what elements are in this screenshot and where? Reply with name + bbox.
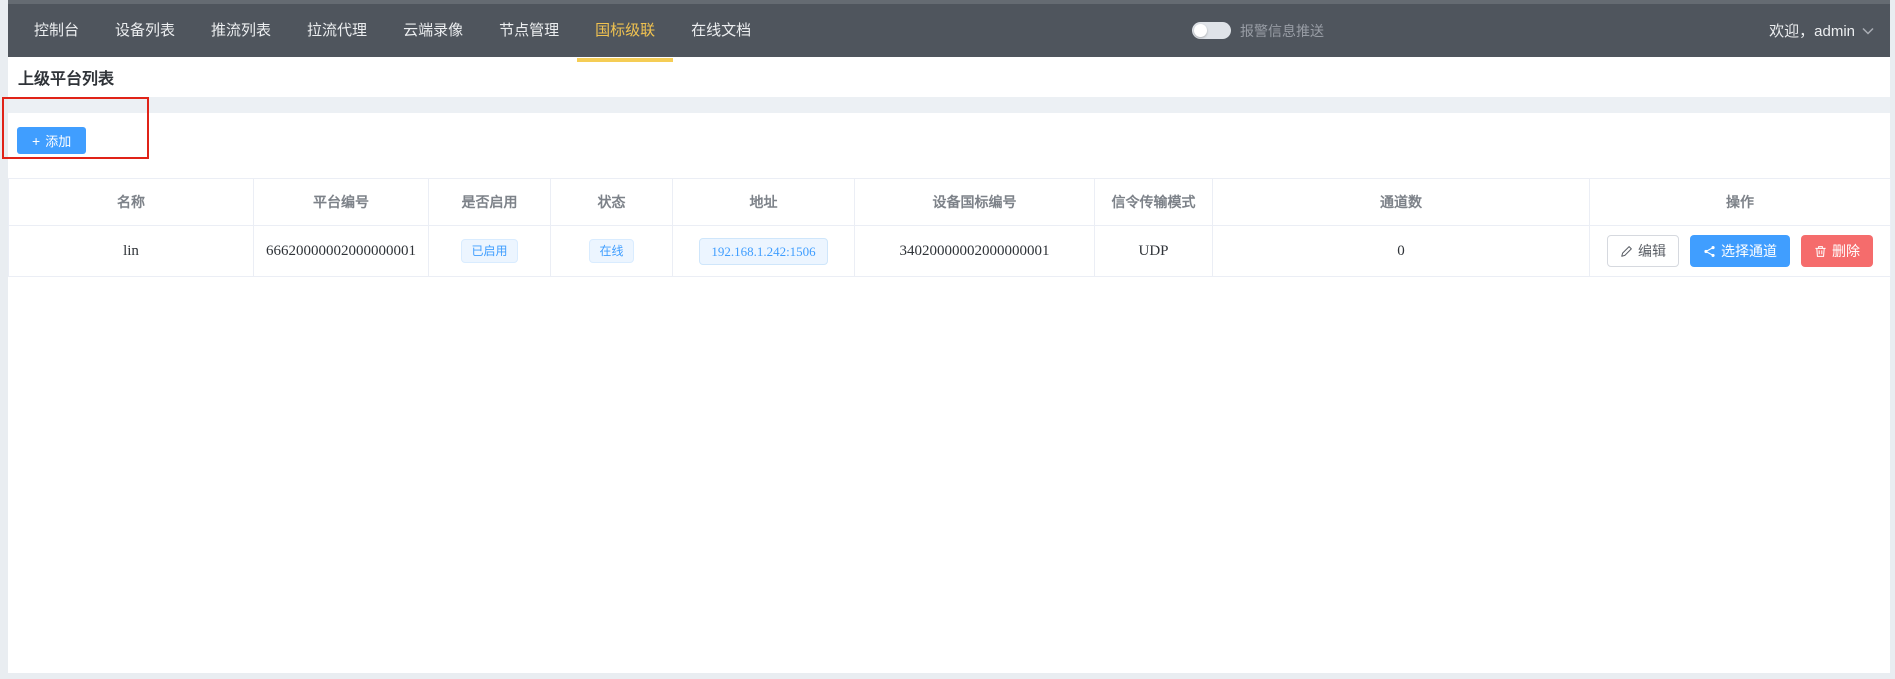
edit-pencil-icon <box>1620 245 1633 258</box>
edit-button-label: 编辑 <box>1638 241 1666 261</box>
chevron-down-icon <box>1862 27 1874 35</box>
header-operations: 操作 <box>1590 179 1891 226</box>
alarm-push-group: 报警信息推送 <box>1192 4 1324 57</box>
edit-button[interactable]: 编辑 <box>1607 235 1679 267</box>
delete-button[interactable]: 删除 <box>1801 235 1873 267</box>
main-nav: 控制台 设备列表 推流列表 拉流代理 云端录像 节点管理 国标级联 在线文档 <box>8 4 769 57</box>
table-header-row: 名称 平台编号 是否启用 状态 地址 设备国标编号 信令传输模式 通道数 操作 <box>9 179 1891 226</box>
delete-button-label: 删除 <box>1832 241 1860 261</box>
cell-device-gb-id: 34020000002000000001 <box>855 226 1095 277</box>
user-menu[interactable]: 欢迎，admin <box>1769 4 1874 57</box>
add-button-label: 添加 <box>45 131 71 150</box>
share-branch-icon <box>1703 245 1716 258</box>
cell-address: 192.168.1.242:1506 <box>673 226 855 277</box>
nav-item-device-list[interactable]: 设备列表 <box>97 4 193 57</box>
header-signaling-mode: 信令传输模式 <box>1095 179 1213 226</box>
nav-item-console[interactable]: 控制台 <box>16 4 97 57</box>
header-channel-count: 通道数 <box>1213 179 1590 226</box>
header-device-gb-id: 设备国标编号 <box>855 179 1095 226</box>
header-name: 名称 <box>9 179 254 226</box>
select-channel-button-label: 选择通道 <box>1721 241 1777 261</box>
page-title-strip: 上级平台列表 <box>8 57 1890 97</box>
alarm-push-label: 报警信息推送 <box>1240 21 1324 41</box>
nav-item-cloud-recording[interactable]: 云端录像 <box>385 4 481 57</box>
status-badge: 在线 <box>589 239 633 263</box>
toggle-knob <box>1194 24 1207 37</box>
cell-operations: 编辑 选择通道 <box>1590 226 1891 277</box>
page-title: 上级平台列表 <box>18 65 114 89</box>
nav-item-pull-stream-proxy[interactable]: 拉流代理 <box>289 4 385 57</box>
toolbar: + 添加 <box>8 113 1890 178</box>
header-address: 地址 <box>673 179 855 226</box>
header-status: 状态 <box>551 179 673 226</box>
enabled-badge: 已启用 <box>461 239 517 263</box>
platform-table: 名称 平台编号 是否启用 状态 地址 设备国标编号 信令传输模式 通道数 操作 … <box>8 178 1891 277</box>
select-channel-button[interactable]: 选择通道 <box>1690 235 1790 267</box>
address-tag[interactable]: 192.168.1.242:1506 <box>699 238 827 265</box>
content-area: + 添加 名称 平台编号 是否启用 状态 地址 设备国标编号 信令传输模式 <box>8 113 1890 673</box>
plus-icon: + <box>32 134 40 148</box>
cell-platform-id: 66620000002000000001 <box>254 226 429 277</box>
welcome-text: 欢迎，admin <box>1769 20 1855 41</box>
cell-name: lin <box>9 226 254 277</box>
table-row: lin 66620000002000000001 已启用 在线 192.168.… <box>9 226 1891 277</box>
alarm-push-toggle[interactable] <box>1192 22 1231 39</box>
cell-status: 在线 <box>551 226 673 277</box>
cell-enabled: 已启用 <box>429 226 551 277</box>
top-navigation-bar: 控制台 设备列表 推流列表 拉流代理 云端录像 节点管理 国标级联 在线文档 报… <box>8 0 1890 57</box>
header-platform-id: 平台编号 <box>254 179 429 226</box>
row-actions: 编辑 选择通道 <box>1590 235 1890 267</box>
nav-item-online-docs[interactable]: 在线文档 <box>673 4 769 57</box>
add-button[interactable]: + 添加 <box>17 127 86 154</box>
cell-channel-count: 0 <box>1213 226 1590 277</box>
cell-signaling-mode: UDP <box>1095 226 1213 277</box>
header-enabled: 是否启用 <box>429 179 551 226</box>
trash-icon <box>1814 245 1827 258</box>
nav-item-node-management[interactable]: 节点管理 <box>481 4 577 57</box>
nav-item-gb-cascade[interactable]: 国标级联 <box>577 4 673 57</box>
divider-strip <box>8 97 1890 113</box>
app-window: 控制台 设备列表 推流列表 拉流代理 云端录像 节点管理 国标级联 在线文档 报… <box>8 0 1890 673</box>
nav-item-push-stream-list[interactable]: 推流列表 <box>193 4 289 57</box>
